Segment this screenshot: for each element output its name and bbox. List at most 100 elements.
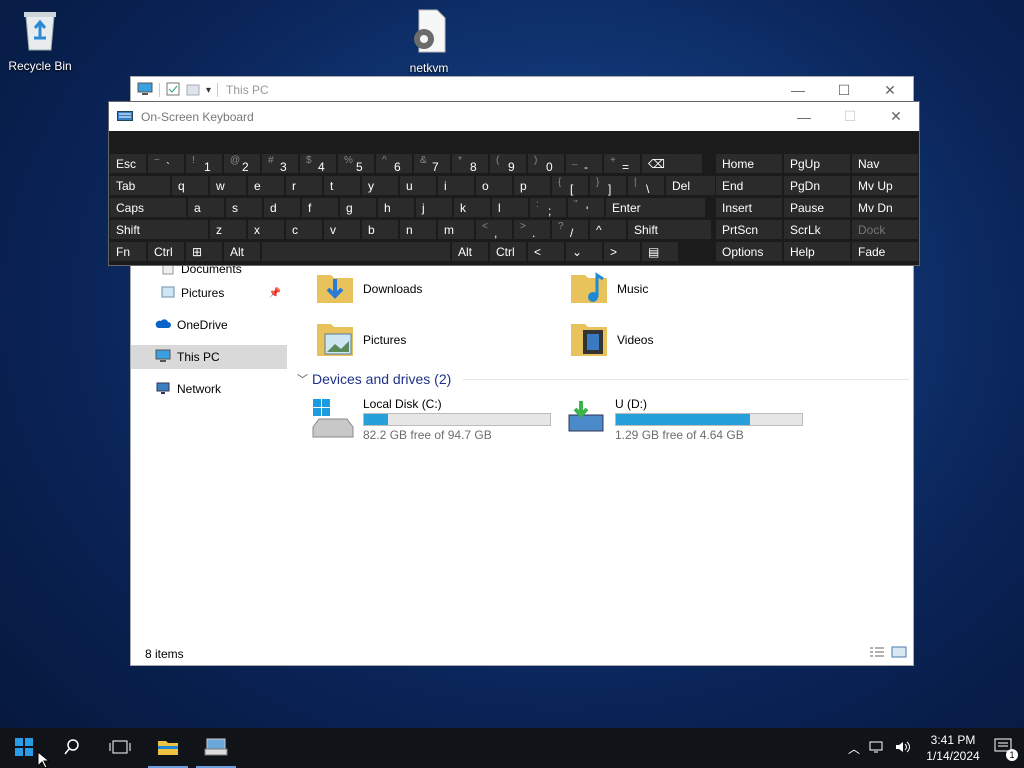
key[interactable]: z <box>209 219 247 240</box>
nav-item-this-pc[interactable]: This PC <box>131 345 287 369</box>
taskbar-file-explorer[interactable] <box>144 728 192 768</box>
drive-d[interactable]: U (D:) 1.29 GB free of 4.64 GB <box>567 397 817 442</box>
key[interactable]: | \ <box>627 175 665 196</box>
search-button[interactable] <box>48 728 96 768</box>
recycle-bin-desktop-icon[interactable]: Recycle Bin <box>2 8 78 73</box>
key[interactable]: ▤ <box>641 241 679 262</box>
drive-c[interactable]: Local Disk (C:) 82.2 GB free of 94.7 GB <box>311 397 561 444</box>
maximize-button[interactable]: ☐ <box>821 77 867 103</box>
folder-music[interactable]: Music <box>569 269 809 308</box>
key[interactable]: Pause <box>783 197 851 218</box>
key[interactable]: ^ <box>589 219 627 240</box>
properties-icon[interactable] <box>166 82 180 99</box>
network-status-icon[interactable] <box>868 740 886 757</box>
minimize-button[interactable]: — <box>775 77 821 103</box>
key[interactable]: < <box>527 241 565 262</box>
key[interactable]: PgDn <box>783 175 851 196</box>
key[interactable]: s <box>225 197 263 218</box>
key[interactable]: Nav <box>851 153 919 174</box>
key[interactable]: Options <box>715 241 783 262</box>
key[interactable]: q <box>171 175 209 196</box>
large-icons-view-icon[interactable] <box>891 646 907 661</box>
key[interactable]: Esc <box>109 153 147 174</box>
key[interactable]: w <box>209 175 247 196</box>
key[interactable]: + = <box>603 153 641 174</box>
key[interactable]: Alt <box>451 241 489 262</box>
key[interactable]: b <box>361 219 399 240</box>
key[interactable]: Fn <box>109 241 147 262</box>
key[interactable]: Help <box>783 241 851 262</box>
key[interactable]: Home <box>715 153 783 174</box>
pin-icon[interactable]: 📌 <box>269 288 281 299</box>
folder-videos[interactable]: Videos <box>569 318 809 361</box>
nav-item-network[interactable]: Network <box>131 377 287 401</box>
key[interactable]: Mv Dn <box>851 197 919 218</box>
key[interactable]: t <box>323 175 361 196</box>
key[interactable]: ! 1 <box>185 153 223 174</box>
key[interactable]: ⊞ <box>185 241 223 262</box>
minimize-button[interactable]: — <box>781 104 827 130</box>
volume-icon[interactable] <box>894 740 912 757</box>
key[interactable]: v <box>323 219 361 240</box>
key[interactable]: Alt <box>223 241 261 262</box>
key[interactable]: Tab <box>109 175 171 196</box>
system-clock[interactable]: 3:41 PM 1/14/2024 <box>920 732 986 764</box>
key[interactable]: e <box>247 175 285 196</box>
key[interactable]: Ctrl <box>489 241 527 262</box>
key[interactable]: ~ ` <box>147 153 185 174</box>
key[interactable]: " ' <box>567 197 605 218</box>
key[interactable]: & 7 <box>413 153 451 174</box>
folder-pictures[interactable]: Pictures <box>315 318 555 361</box>
key[interactable]: ⌄ <box>565 241 603 262</box>
key[interactable]: _ - <box>565 153 603 174</box>
key[interactable]: f <box>301 197 339 218</box>
key[interactable]: u <box>399 175 437 196</box>
key[interactable]: i <box>437 175 475 196</box>
key[interactable]: Mv Up <box>851 175 919 196</box>
key[interactable]: > <box>603 241 641 262</box>
key[interactable]: m <box>437 219 475 240</box>
key[interactable]: p <box>513 175 551 196</box>
key[interactable]: d <box>263 197 301 218</box>
taskbar-on-screen-keyboard[interactable] <box>192 728 240 768</box>
key[interactable]: PrtScn <box>715 219 783 240</box>
key[interactable] <box>261 241 451 262</box>
folder-downloads[interactable]: Downloads <box>315 269 555 308</box>
key[interactable]: y <box>361 175 399 196</box>
key[interactable]: o <box>475 175 513 196</box>
key[interactable]: r <box>285 175 323 196</box>
key[interactable]: j <box>415 197 453 218</box>
close-button[interactable]: ✕ <box>867 77 913 103</box>
key[interactable]: @2 <box>223 153 261 174</box>
key[interactable]: Fade <box>851 241 919 262</box>
customize-toolbar-chevron-icon[interactable]: ▾ <box>206 85 211 96</box>
key[interactable]: c <box>285 219 323 240</box>
close-button[interactable]: ✕ <box>873 104 919 130</box>
details-view-icon[interactable] <box>869 646 885 661</box>
key[interactable]: ScrLk <box>783 219 851 240</box>
key[interactable]: PgUp <box>783 153 851 174</box>
nav-item-pictures[interactable]: Pictures 📌 <box>131 281 287 305</box>
key[interactable]: :; <box>529 197 567 218</box>
key[interactable]: Shift <box>109 219 209 240</box>
key[interactable]: Ctrl <box>147 241 185 262</box>
show-hidden-icons-chevron-icon[interactable]: ︿ <box>848 740 860 757</box>
key[interactable]: <, <box>475 219 513 240</box>
netkvm-desktop-icon[interactable]: netkvm <box>391 8 467 75</box>
new-folder-icon[interactable] <box>186 82 200 99</box>
devices-and-drives-header[interactable]: ﹀ Devices and drives (2) <box>297 371 909 387</box>
key[interactable]: n <box>399 219 437 240</box>
key[interactable]: Caps <box>109 197 187 218</box>
key[interactable]: ⌫ <box>641 153 703 174</box>
key[interactable]: #3 <box>261 153 299 174</box>
key[interactable]: g <box>339 197 377 218</box>
key[interactable]: h <box>377 197 415 218</box>
key[interactable]: Shift <box>627 219 712 240</box>
key[interactable]: % 5 <box>337 153 375 174</box>
action-center-button[interactable]: 1 <box>994 738 1018 761</box>
key[interactable]: End <box>715 175 783 196</box>
key[interactable]: >. <box>513 219 551 240</box>
key[interactable]: l <box>491 197 529 218</box>
key[interactable]: x <box>247 219 285 240</box>
key[interactable]: ? / <box>551 219 589 240</box>
